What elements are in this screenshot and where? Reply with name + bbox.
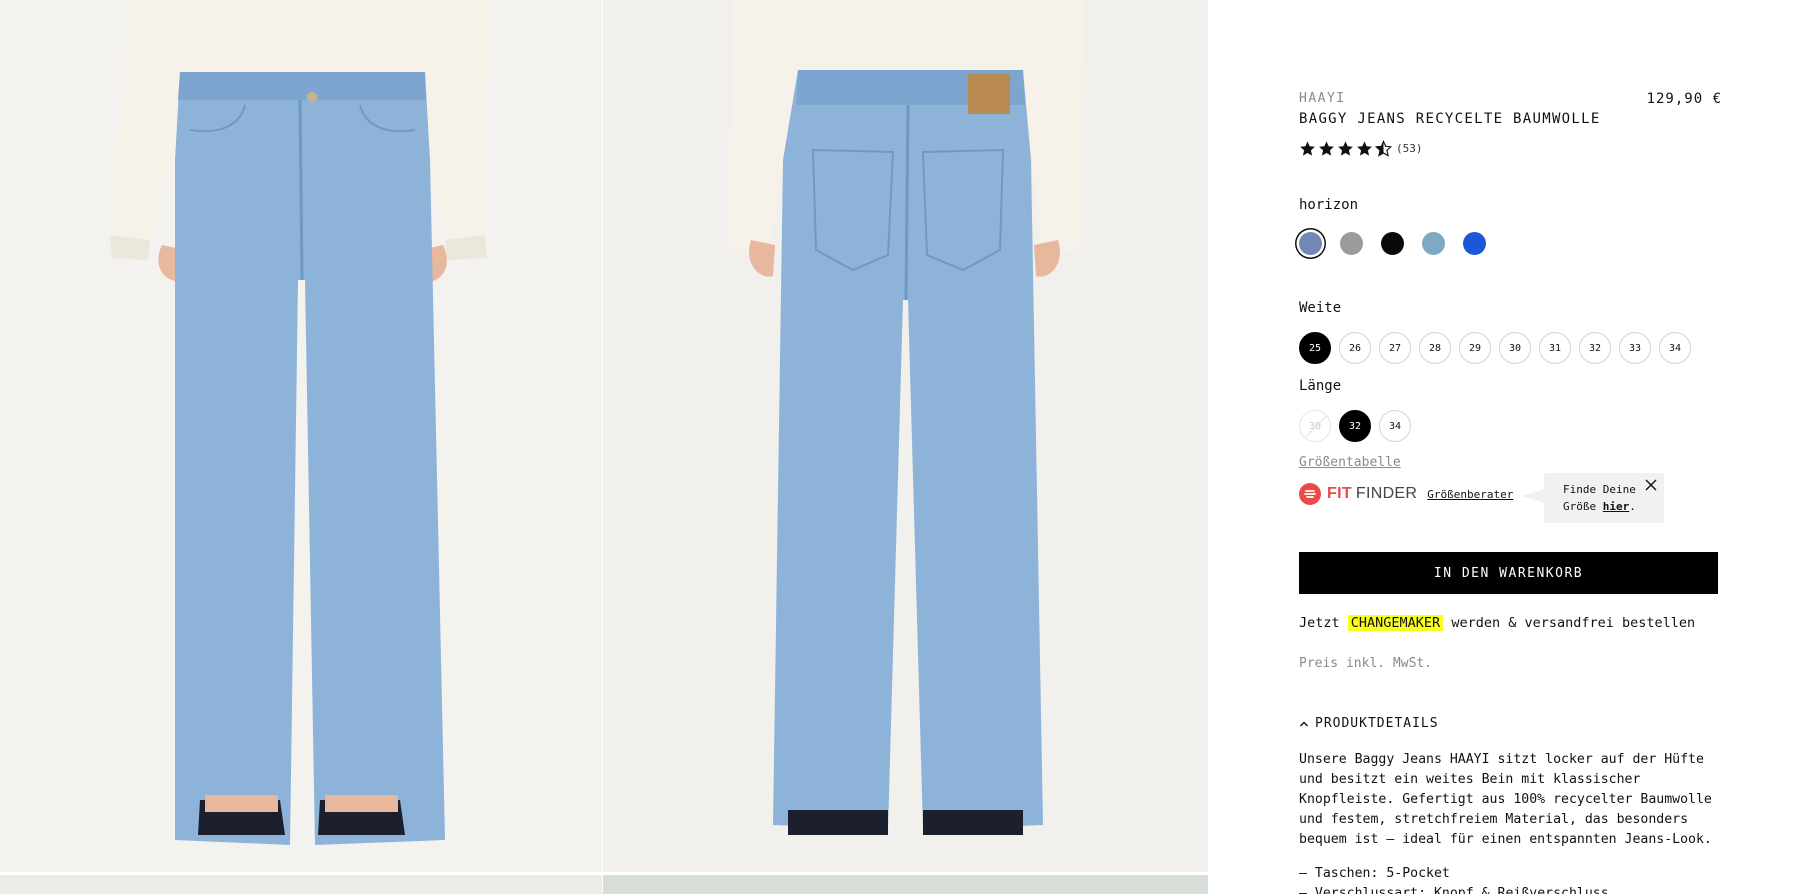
width-label: Weite: [1299, 300, 1342, 316]
tooltip-text: Größe: [1563, 500, 1603, 513]
length-label: Länge: [1299, 378, 1342, 394]
color-swatch-light-blue[interactable]: [1422, 232, 1445, 255]
tooltip-text-line2: Größe hier.: [1563, 498, 1664, 515]
tooltip-text: .: [1629, 500, 1636, 513]
fit-finder-logo-text: FIT: [1327, 485, 1352, 502]
product-gallery: [0, 0, 1208, 894]
width-option[interactable]: 29: [1459, 332, 1491, 364]
product-info-panel: HAAYI 129,90 € BAGGY JEANS RECYCELTE BAU…: [1208, 0, 1795, 894]
changemaker-link[interactable]: CHANGEMAKER: [1347, 615, 1444, 631]
size-advisor-link[interactable]: Größenberater: [1427, 488, 1513, 501]
rating-count[interactable]: (53): [1396, 142, 1423, 155]
width-option[interactable]: 32: [1579, 332, 1611, 364]
size-chart-link[interactable]: Größentabelle: [1299, 455, 1401, 470]
width-option[interactable]: 30: [1499, 332, 1531, 364]
tooltip-here-link[interactable]: hier: [1603, 500, 1630, 513]
product-description: Unsere Baggy Jeans HAAYI sitzt locker au…: [1299, 752, 1712, 847]
width-option[interactable]: 31: [1539, 332, 1571, 364]
vat-note: Preis inkl. MwSt.: [1299, 656, 1433, 671]
color-swatch-black[interactable]: [1381, 232, 1404, 255]
color-swatch-royal-blue[interactable]: [1463, 232, 1486, 255]
product-details-list: Taschen: 5-Pocket Verschlussart: Knopf &…: [1299, 864, 1724, 894]
close-icon[interactable]: [1644, 478, 1658, 492]
fit-finder-logo-icon: [1299, 483, 1321, 505]
list-item: Taschen: 5-Pocket: [1299, 864, 1724, 884]
product-title: BAGGY JEANS RECYCELTE BAUMWOLLE: [1299, 111, 1601, 127]
width-option[interactable]: 28: [1419, 332, 1451, 364]
half-star-icon: [1375, 140, 1392, 157]
length-option[interactable]: 32: [1339, 410, 1371, 442]
star-icon: [1357, 141, 1372, 156]
changemaker-promo: Jetzt CHANGEMAKER werden & versandfrei b…: [1299, 615, 1695, 631]
product-details-toggle[interactable]: PRODUKTDETAILS: [1299, 716, 1439, 731]
list-item: Verschlussart: Knopf & Reißverschluss: [1299, 884, 1724, 894]
star-icon: [1319, 141, 1334, 156]
add-to-cart-button[interactable]: IN DEN WARENKORB: [1299, 552, 1718, 594]
chevron-up-icon: [1300, 721, 1308, 726]
length-option[interactable]: 34: [1379, 410, 1411, 442]
star-icon: [1300, 141, 1315, 156]
width-option[interactable]: 33: [1619, 332, 1651, 364]
fit-finder-logo-text: FINDER: [1355, 485, 1418, 502]
product-image-thumbnail[interactable]: [0, 875, 602, 894]
length-options: 30 32 34: [1299, 410, 1411, 442]
product-rating[interactable]: (53): [1299, 140, 1423, 157]
width-option[interactable]: 27: [1379, 332, 1411, 364]
width-option[interactable]: 26: [1339, 332, 1371, 364]
product-image-front[interactable]: [0, 0, 602, 872]
product-price: 129,90 €: [1646, 91, 1722, 107]
fit-finder-tooltip: Finde Deine Größe hier.: [1522, 473, 1664, 523]
color-swatch-horizon[interactable]: [1299, 232, 1322, 255]
width-options: 25 26 27 28 29 30 31 32 33 34: [1299, 332, 1691, 364]
fit-finder[interactable]: FIT FINDER Größenberater: [1299, 483, 1513, 505]
star-icon: [1338, 141, 1353, 156]
color-swatches: [1299, 232, 1486, 255]
promo-text: werden & versandfrei bestellen: [1443, 615, 1696, 631]
product-image-thumbnail[interactable]: [603, 875, 1208, 894]
color-swatch-grey[interactable]: [1340, 232, 1363, 255]
length-option[interactable]: 30: [1299, 410, 1331, 442]
product-image-back[interactable]: [603, 0, 1208, 872]
selected-color-name: horizon: [1299, 197, 1359, 213]
product-brand: HAAYI: [1299, 91, 1346, 106]
width-option[interactable]: 25: [1299, 332, 1331, 364]
width-option[interactable]: 34: [1659, 332, 1691, 364]
promo-text: Jetzt: [1299, 615, 1348, 631]
product-details-label: PRODUKTDETAILS: [1315, 716, 1439, 731]
